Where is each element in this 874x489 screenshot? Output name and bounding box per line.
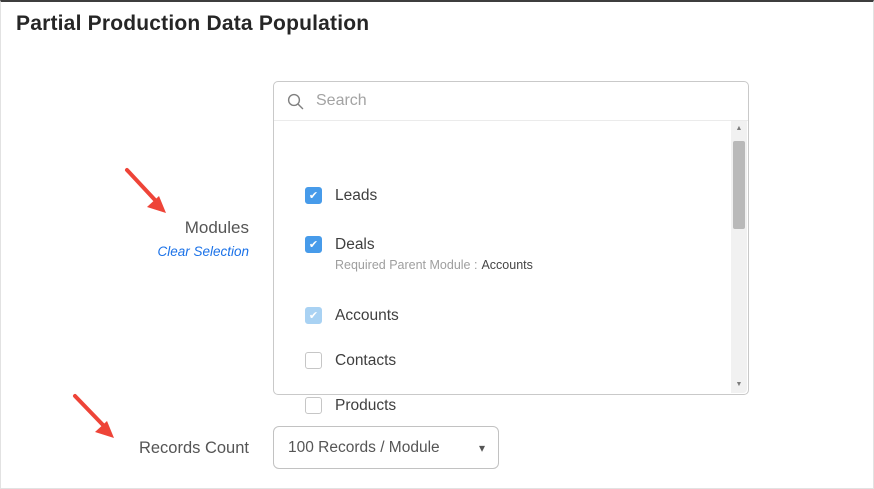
scrollbar-up-arrow-icon[interactable]: ▲ — [731, 122, 747, 136]
module-text: Products — [335, 396, 396, 415]
module-search-row — [274, 82, 748, 121]
records-count-value: 100 Records / Module — [288, 439, 440, 457]
page-title: Partial Production Data Population — [16, 12, 369, 36]
module-checkbox-contacts[interactable] — [305, 352, 322, 369]
module-row-leads[interactable]: Leads — [305, 186, 377, 205]
module-checkbox-products[interactable] — [305, 397, 322, 414]
modules-picker: Leads Deals Required Parent Module : Acco… — [273, 81, 749, 395]
partial-production-data-population-panel: Partial Production Data Population Modul… — [0, 0, 874, 489]
clear-selection-link[interactable]: Clear Selection — [157, 244, 249, 259]
module-label: Products — [335, 397, 396, 414]
required-parent-note-value: Accounts — [481, 258, 532, 272]
search-icon — [287, 93, 304, 110]
module-text: Deals Required Parent Module : Accounts — [335, 235, 533, 273]
module-row-deals[interactable]: Deals Required Parent Module : Accounts — [305, 235, 533, 273]
module-list-scrollbar[interactable]: ▲ ▼ — [731, 121, 747, 393]
module-checkbox-accounts[interactable] — [305, 307, 322, 324]
scrollbar-thumb[interactable] — [733, 141, 745, 229]
module-list: Leads Deals Required Parent Module : Acco… — [274, 120, 731, 394]
module-label: Leads — [335, 187, 377, 204]
module-text: Accounts — [335, 306, 399, 325]
module-search-input[interactable] — [314, 91, 748, 111]
modules-field-label: Modules — [53, 218, 249, 238]
module-text: Contacts — [335, 351, 396, 370]
required-parent-note-label: Required Parent Module : — [335, 258, 477, 272]
module-row-accounts[interactable]: Accounts — [305, 306, 399, 325]
module-label: Deals — [335, 236, 375, 253]
dropdown-caret-icon: ▾ — [479, 441, 485, 455]
module-required-parent-note: Required Parent Module : Accounts — [335, 258, 533, 273]
records-count-dropdown[interactable]: 100 Records / Module ▾ — [273, 426, 499, 469]
module-checkbox-leads[interactable] — [305, 187, 322, 204]
module-row-contacts[interactable]: Contacts — [305, 351, 396, 370]
scrollbar-down-arrow-icon[interactable]: ▼ — [731, 378, 747, 392]
module-label: Accounts — [335, 307, 399, 324]
annotation-arrow-modules-icon — [119, 162, 179, 222]
modules-field: Modules Clear Selection — [53, 218, 249, 261]
annotation-arrow-records-count-icon — [67, 390, 127, 446]
module-checkbox-deals[interactable] — [305, 236, 322, 253]
module-text: Leads — [335, 186, 377, 205]
module-row-products[interactable]: Products — [305, 396, 396, 415]
module-label: Contacts — [335, 352, 396, 369]
records-count-field-label: Records Count — [53, 439, 249, 458]
